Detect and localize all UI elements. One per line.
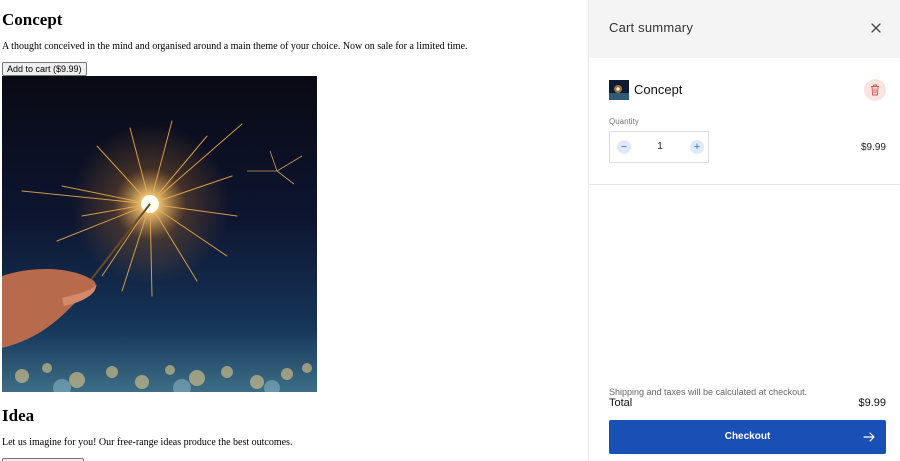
- quantity-stepper: − 1 +: [609, 131, 709, 163]
- cart-header: Cart summary: [589, 0, 900, 58]
- shipping-note: Shipping and taxes will be calculated at…: [609, 387, 808, 397]
- cart-title: Cart summary: [609, 20, 694, 35]
- quantity-label: Quantity: [609, 117, 639, 126]
- total-value: $9.99: [858, 397, 886, 409]
- cart-drawer: Cart summary Concept Quantity − 1 + $9.9…: [588, 0, 900, 461]
- trash-icon: [871, 84, 879, 96]
- product-page: Concept A thought conceived in the mind …: [0, 0, 588, 461]
- product-title: Concept: [2, 10, 63, 29]
- cart-item-name: Concept: [634, 82, 683, 97]
- checkout-label: Checkout: [724, 431, 771, 442]
- increase-quantity-button[interactable]: +: [690, 140, 704, 154]
- add-to-cart-button[interactable]: Add to cart ($9.99): [2, 62, 87, 76]
- total-label: Total: [609, 397, 633, 409]
- remove-item-button[interactable]: [864, 79, 886, 101]
- cart-item-price: $9.99: [860, 142, 886, 153]
- product-image: [2, 76, 317, 392]
- product-title: Idea: [2, 406, 35, 425]
- checkout-button[interactable]: Checkout: [609, 420, 886, 454]
- cart-item-thumbnail: [609, 80, 629, 100]
- arrow-right-icon: [863, 432, 875, 442]
- close-icon[interactable]: [867, 19, 885, 37]
- product-description: A thought conceived in the mind and orga…: [2, 41, 468, 52]
- product-description: Let us imagine for you! Our free-range i…: [2, 437, 293, 448]
- divider: [589, 184, 900, 185]
